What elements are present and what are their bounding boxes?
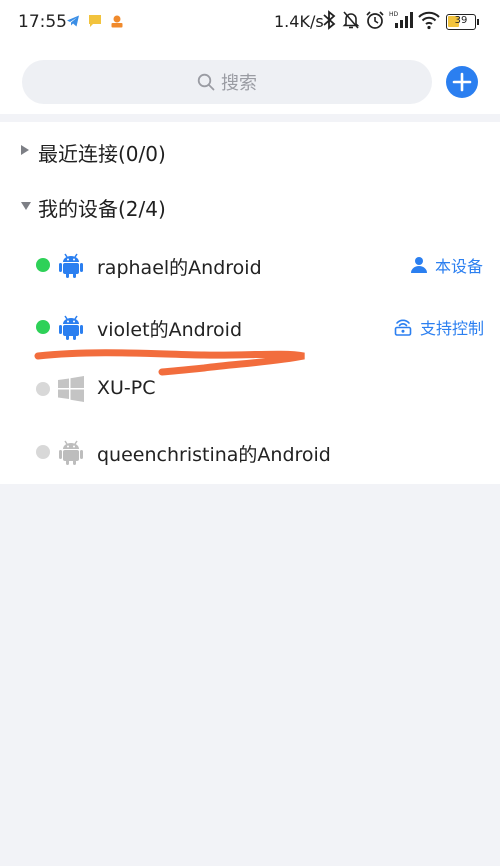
wifi-icon xyxy=(418,11,440,30)
collapsed-arrow-icon xyxy=(21,145,29,155)
windows-icon xyxy=(58,376,84,402)
underline-annotation xyxy=(34,349,305,376)
status-bar: 17:55 1.4K/s HD 39 xyxy=(0,0,500,48)
remote-control-icon xyxy=(394,319,412,336)
group-my-devices[interactable]: 我的设备(2/4) xyxy=(0,186,500,226)
android-icon xyxy=(59,253,83,278)
bluetooth-icon xyxy=(323,10,336,30)
offline-status-dot xyxy=(36,445,50,459)
mute-icon xyxy=(342,11,360,29)
status-time: 17:55 xyxy=(18,12,67,32)
online-status-dot xyxy=(36,320,50,334)
app-notification-icon xyxy=(111,15,123,28)
device-list-panel: 最近连接(0/0) 我的设备(2/4) raphael的Android 本设备 … xyxy=(0,122,500,484)
device-row[interactable]: queenchristina的Android xyxy=(0,427,500,477)
device-row[interactable]: violet的Android 支持控制 xyxy=(0,302,500,352)
offline-status-dot xyxy=(36,382,50,396)
remote-control-tag[interactable]: 支持控制 xyxy=(394,315,484,339)
search-input[interactable]: 搜索 xyxy=(22,60,432,104)
android-icon xyxy=(59,315,83,340)
android-icon xyxy=(59,440,83,465)
top-toolbar: 搜索 xyxy=(0,48,500,114)
search-placeholder: 搜索 xyxy=(221,73,257,94)
group-recent-connections[interactable]: 最近连接(0/0) xyxy=(0,131,500,171)
add-button[interactable] xyxy=(446,66,478,98)
telegram-icon xyxy=(67,15,79,27)
alarm-icon xyxy=(366,11,384,29)
search-icon xyxy=(197,73,215,91)
device-tag-label: 本设备 xyxy=(435,257,484,276)
device-name: violet的Android xyxy=(97,319,243,341)
battery-level: 39 xyxy=(454,15,468,26)
network-speed: 1.4K/s xyxy=(274,12,324,31)
online-status-dot xyxy=(36,258,50,272)
plus-icon xyxy=(452,72,472,92)
this-device-tag: 本设备 xyxy=(411,253,483,277)
group-label: 我的设备(2/4) xyxy=(38,197,166,221)
device-name: raphael的Android xyxy=(97,257,262,279)
message-icon xyxy=(89,15,101,27)
user-icon xyxy=(411,257,427,273)
device-row[interactable]: raphael的Android 本设备 xyxy=(0,240,500,290)
device-name: queenchristina的Android xyxy=(97,444,331,466)
svg-text:HD: HD xyxy=(389,11,399,18)
group-label: 最近连接(0/0) xyxy=(38,142,166,166)
battery-icon: 39 xyxy=(446,14,476,30)
device-tag-label: 支持控制 xyxy=(420,319,485,338)
expanded-arrow-icon xyxy=(21,202,31,210)
device-name: XU-PC xyxy=(97,377,156,399)
signal-icon: HD xyxy=(389,11,413,28)
